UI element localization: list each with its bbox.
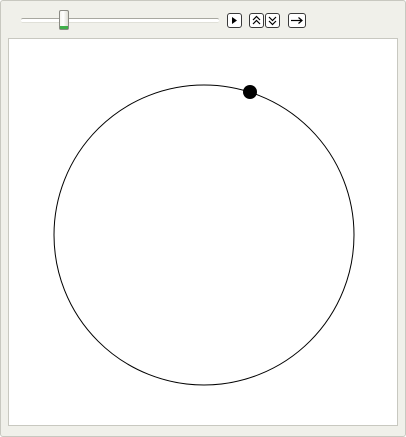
double-chevron-down-icon <box>267 15 278 26</box>
moving-point <box>243 85 257 99</box>
graphics-svg <box>53 84 355 386</box>
animation-slider-track[interactable] <box>21 18 219 23</box>
trajectory-circle <box>53 84 355 386</box>
double-chevron-up-icon <box>251 15 262 26</box>
manipulate-panel <box>0 0 406 437</box>
graphics-canvas <box>8 38 398 426</box>
animation-slider-thumb[interactable] <box>58 10 69 30</box>
faster-button[interactable] <box>249 13 264 28</box>
play-button[interactable] <box>227 13 242 28</box>
direction-button[interactable] <box>288 13 306 28</box>
animation-toolbar <box>1 1 405 37</box>
arrow-right-icon <box>290 16 304 25</box>
slower-button[interactable] <box>265 13 280 28</box>
play-icon <box>230 16 239 25</box>
